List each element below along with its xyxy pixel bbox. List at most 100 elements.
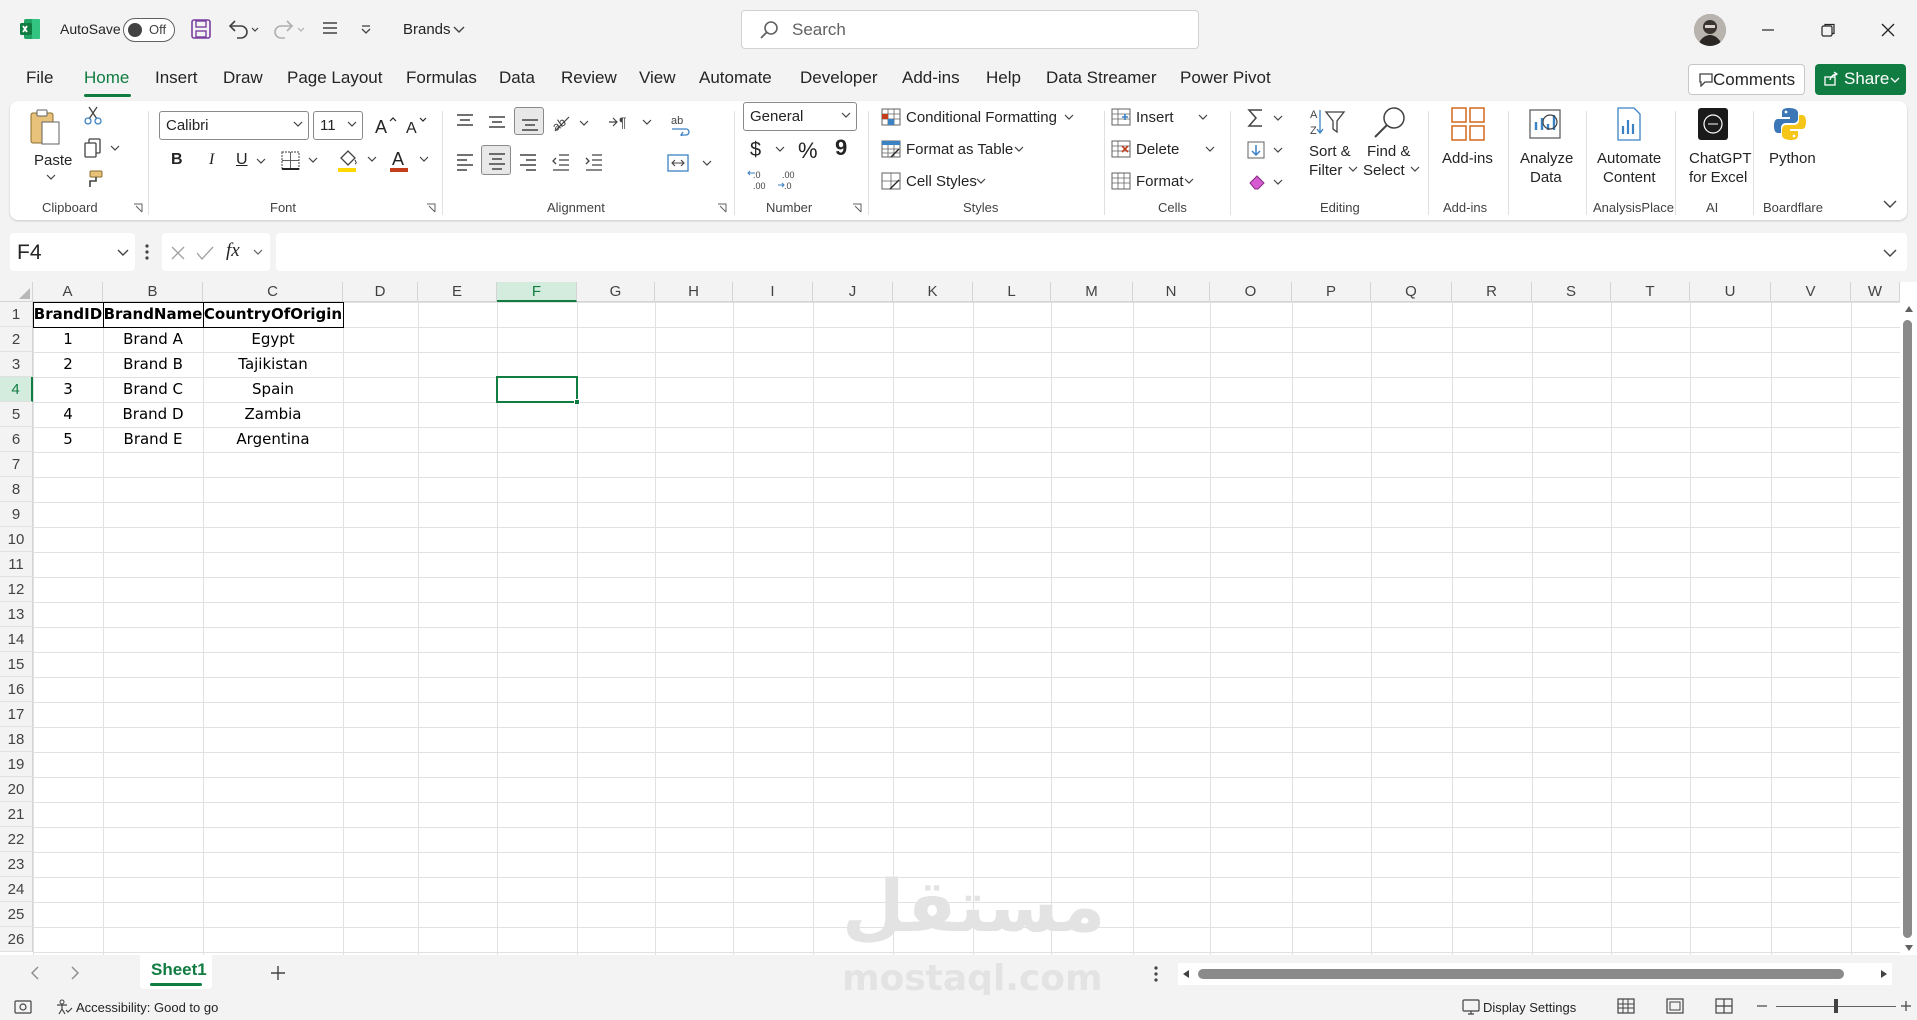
column-header-r[interactable]: R (1452, 282, 1532, 302)
python-button[interactable]: Python (1769, 150, 1816, 167)
column-header-c[interactable]: C (203, 282, 343, 302)
row-header-16[interactable]: 16 (0, 677, 33, 702)
next-sheet-icon[interactable] (70, 965, 80, 981)
orientation-icon[interactable]: ab (551, 111, 591, 133)
format-as-table-button[interactable]: Format as Table (906, 141, 1013, 158)
align-top-icon[interactable] (455, 113, 475, 131)
column-header-i[interactable]: I (733, 282, 813, 302)
analyze-data-label-2[interactable]: Data (1530, 169, 1562, 186)
row-header-5[interactable]: 5 (0, 402, 33, 427)
table-cell[interactable]: Zambia (203, 402, 343, 427)
page-layout-view-icon[interactable] (1665, 997, 1685, 1015)
column-header-t[interactable]: T (1611, 282, 1690, 302)
scroll-down-icon[interactable] (1904, 944, 1914, 952)
ribbon-collapse-icon[interactable] (1883, 199, 1897, 209)
table-cell[interactable]: 5 (33, 427, 103, 452)
zoom-in-icon[interactable] (1899, 999, 1913, 1013)
comments-button[interactable]: Comments (1688, 64, 1805, 95)
accessibility-icon[interactable] (55, 999, 73, 1015)
tab-insert[interactable]: Insert (155, 68, 198, 88)
table-cell[interactable]: Argentina (203, 427, 343, 452)
quick-access-more-icon[interactable] (360, 24, 372, 34)
italic-button[interactable]: I (209, 151, 214, 169)
row-header-19[interactable]: 19 (0, 752, 33, 777)
align-center-button[interactable] (481, 145, 511, 175)
filename[interactable]: Brands (403, 21, 451, 38)
column-header-d[interactable]: D (343, 282, 418, 302)
automate-content-label-1[interactable]: Automate (1597, 150, 1661, 167)
decrease-font-icon[interactable]: A (406, 115, 428, 135)
row-header-20[interactable]: 20 (0, 777, 33, 802)
decrease-decimal-icon[interactable]: .00.0 (778, 169, 804, 191)
font-size-select[interactable]: 11 (313, 111, 363, 140)
undo-icon[interactable] (226, 18, 260, 40)
column-header-h[interactable]: H (655, 282, 733, 302)
tab-power-pivot[interactable]: Power Pivot (1180, 68, 1271, 88)
search-box[interactable]: Search (741, 10, 1199, 49)
vertical-scroll-thumb[interactable] (1903, 320, 1912, 938)
table-cell[interactable]: Brand A (103, 327, 203, 352)
more-options-icon[interactable] (144, 243, 150, 261)
chatgpt-icon[interactable] (1696, 106, 1730, 142)
minimize-icon[interactable] (1760, 22, 1776, 38)
table-cell[interactable]: Brand D (103, 402, 203, 427)
conditional-formatting-button[interactable]: Conditional Formatting (906, 109, 1057, 126)
fill-color-icon[interactable] (336, 148, 382, 174)
sheet-tab-sheet1[interactable]: Sheet1 (140, 955, 212, 989)
wrap-text-icon[interactable]: ab (670, 114, 692, 136)
paste-chevron-icon[interactable] (46, 173, 56, 181)
row-header-23[interactable]: 23 (0, 852, 33, 877)
tab-add-ins[interactable]: Add-ins (902, 68, 960, 88)
row-header-12[interactable]: 12 (0, 577, 33, 602)
add-ins-button[interactable]: Add-ins (1442, 150, 1493, 167)
add-sheet-icon[interactable] (270, 965, 286, 981)
font-color-icon[interactable]: A (388, 148, 434, 174)
column-header-p[interactable]: P (1292, 282, 1371, 302)
autosave-toggle[interactable]: Off (123, 18, 175, 42)
column-header-n[interactable]: N (1133, 282, 1210, 302)
row-header-18[interactable]: 18 (0, 727, 33, 752)
borders-icon[interactable] (280, 150, 320, 172)
redo-icon[interactable] (272, 18, 306, 40)
filename-chevron-icon[interactable] (453, 24, 465, 34)
column-header-v[interactable]: V (1771, 282, 1851, 302)
automate-content-label-2[interactable]: Content (1603, 169, 1656, 186)
text-direction-icon[interactable]: ¶ (607, 113, 653, 131)
page-break-view-icon[interactable] (1714, 997, 1734, 1015)
chatgpt-label-2[interactable]: for Excel (1689, 169, 1747, 186)
tab-automate[interactable]: Automate (699, 68, 772, 88)
column-header-o[interactable]: O (1210, 282, 1292, 302)
tab-home[interactable]: Home (84, 68, 129, 88)
cell-styles-button[interactable]: Cell Styles (906, 173, 977, 190)
scroll-up-icon[interactable] (1904, 305, 1914, 313)
display-settings-icon[interactable] (1462, 999, 1480, 1015)
sort-filter-label-1[interactable]: Sort & (1309, 143, 1351, 160)
save-icon[interactable] (190, 18, 212, 40)
row-header-15[interactable]: 15 (0, 652, 33, 677)
increase-indent-icon[interactable] (584, 153, 604, 171)
tab-developer[interactable]: Developer (800, 68, 878, 88)
find-select-icon[interactable] (1370, 105, 1410, 141)
column-header-u[interactable]: U (1690, 282, 1771, 302)
table-cell[interactable]: Brand E (103, 427, 203, 452)
align-middle-icon[interactable] (487, 113, 507, 131)
decrease-indent-icon[interactable] (551, 153, 571, 171)
row-header-17[interactable]: 17 (0, 702, 33, 727)
row-header-13[interactable]: 13 (0, 602, 33, 627)
tab-view[interactable]: View (639, 68, 676, 88)
insert-function-button[interactable]: fx (226, 240, 240, 262)
currency-button[interactable]: $ (750, 139, 761, 162)
worksheet-grid[interactable]: ABCDEFGHIJKLMNOPQRSTUVW 1 2 3 4 5 6 7 8 9 10 11 12 1… (0, 282, 1917, 955)
bold-button[interactable]: B (171, 151, 183, 169)
active-cell-selection[interactable] (496, 376, 578, 403)
column-header-s[interactable]: S (1532, 282, 1611, 302)
increase-font-icon[interactable]: A (375, 115, 397, 135)
table-cell[interactable]: 3 (33, 377, 103, 402)
find-select-label-2[interactable]: Select (1363, 162, 1405, 179)
column-header-f[interactable]: F (497, 282, 577, 302)
tab-formulas[interactable]: Formulas (406, 68, 477, 88)
row-header-24[interactable]: 24 (0, 877, 33, 902)
column-header-w[interactable]: W (1851, 282, 1900, 302)
column-header-k[interactable]: K (893, 282, 973, 302)
align-left-icon[interactable] (455, 153, 475, 171)
